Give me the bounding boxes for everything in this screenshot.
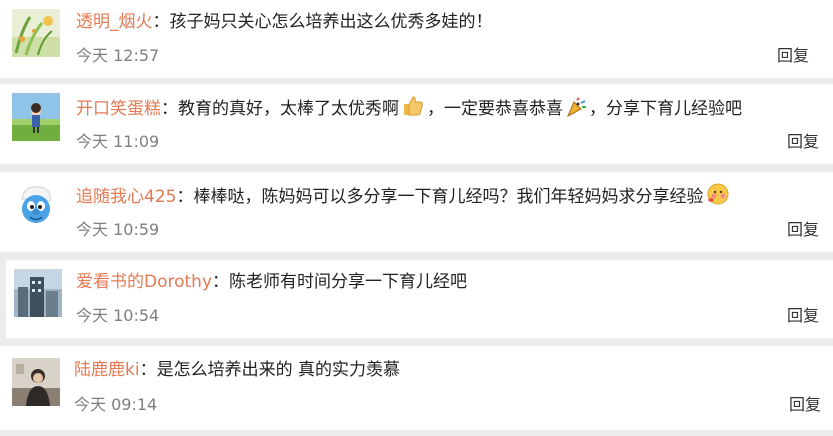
comment-item: 陆鹿鹿ki：是怎么培养出来的 真的实力羡慕 今天 09:14 回复 <box>0 346 833 430</box>
comment-time: 今天 10:54 <box>76 306 160 325</box>
comment-username[interactable]: 陆鹿鹿ki <box>74 360 140 380</box>
reply-button[interactable]: 回复 <box>787 219 819 241</box>
comment-time: 今天 12:57 <box>76 46 160 65</box>
comment-line: 开口笑蛋糕：教育的真好，太棒了太优秀啊 ，一定要恭喜恭喜 ，分享下育儿经验吧 <box>76 94 742 125</box>
comment-text: 棒棒哒，陈妈妈可以多分享一下育儿经吗？我们年轻妈妈求分享经验 <box>193 187 704 207</box>
avatar[interactable] <box>12 358 60 406</box>
celebration-popper-icon <box>565 96 587 125</box>
person-photo-avatar-icon <box>12 358 60 406</box>
comment-username[interactable]: 开口笑蛋糕 <box>76 99 161 119</box>
shy-face-icon <box>705 182 729 213</box>
landscape-avatar-icon <box>12 9 60 57</box>
avatar[interactable] <box>12 181 60 229</box>
comment-colon: ： <box>152 12 170 32</box>
comment-text-part: ，分享下育儿经验吧 <box>589 99 742 119</box>
reply-button[interactable]: 回复 <box>789 394 821 416</box>
comment-time: 今天 10:59 <box>76 220 160 239</box>
comment-colon: ： <box>161 99 178 119</box>
reply-button[interactable]: 回复 <box>787 131 819 153</box>
comment-text: 孩子妈只关心怎么培养出这么优秀多娃的！ <box>169 12 493 32</box>
comment-text: 陈老师有时间分享一下育儿经吧 <box>229 272 468 292</box>
comment-colon: ： <box>212 272 230 292</box>
reply-button[interactable]: 回复 <box>787 305 819 327</box>
comment-line: 陆鹿鹿ki：是怎么培养出来的 真的实力羡慕 <box>74 358 400 382</box>
comment-text-part: ，一定要恭喜恭喜 <box>427 99 563 119</box>
avatar[interactable] <box>12 93 60 141</box>
comment-colon: ： <box>139 360 157 380</box>
comment-colon: ： <box>176 187 194 207</box>
comment-line: 追随我心425：棒棒哒，陈妈妈可以多分享一下育儿经吗？我们年轻妈妈求分享经验 <box>76 182 731 213</box>
smurf-avatar-icon <box>12 181 60 229</box>
avatar[interactable] <box>12 9 60 57</box>
avatar[interactable] <box>14 269 62 317</box>
comment-time: 今天 09:14 <box>74 395 158 414</box>
comment-line: 透明_烟火：孩子妈只关心怎么培养出这么优秀多娃的！ <box>76 10 493 34</box>
comment-item: 追随我心425：棒棒哒，陈妈妈可以多分享一下育儿经吗？我们年轻妈妈求分享经验 今… <box>0 172 833 252</box>
thumbs-up-icon <box>401 94 425 125</box>
comment-username[interactable]: 追随我心425 <box>76 187 176 207</box>
city-building-avatar-icon <box>14 269 62 317</box>
comment-time: 今天 11:09 <box>76 132 160 151</box>
comment-username[interactable]: 爱看书的Dorothy <box>76 272 212 292</box>
anime-field-avatar-icon <box>12 93 60 141</box>
comment-line: 爱看书的Dorothy：陈老师有时间分享一下育儿经吧 <box>76 270 467 294</box>
comment-text: 是怎么培养出来的 真的实力羡慕 <box>156 360 400 380</box>
comment-item: 开口笑蛋糕：教育的真好，太棒了太优秀啊 ，一定要恭喜恭喜 ，分享下育儿经验吧 今天 … <box>0 84 833 164</box>
comment-item: 爱看书的Dorothy：陈老师有时间分享一下育儿经吧 今天 10:54 回复 <box>6 260 833 338</box>
comment-username[interactable]: 透明_烟火 <box>76 12 153 32</box>
comment-text-part: 教育的真好，太棒了太优秀啊 <box>178 99 399 119</box>
comment-item: 透明_烟火：孩子妈只关心怎么培养出这么优秀多娃的！ 今天 12:57 回复 <box>0 0 833 78</box>
reply-button[interactable]: 回复 <box>777 45 809 67</box>
